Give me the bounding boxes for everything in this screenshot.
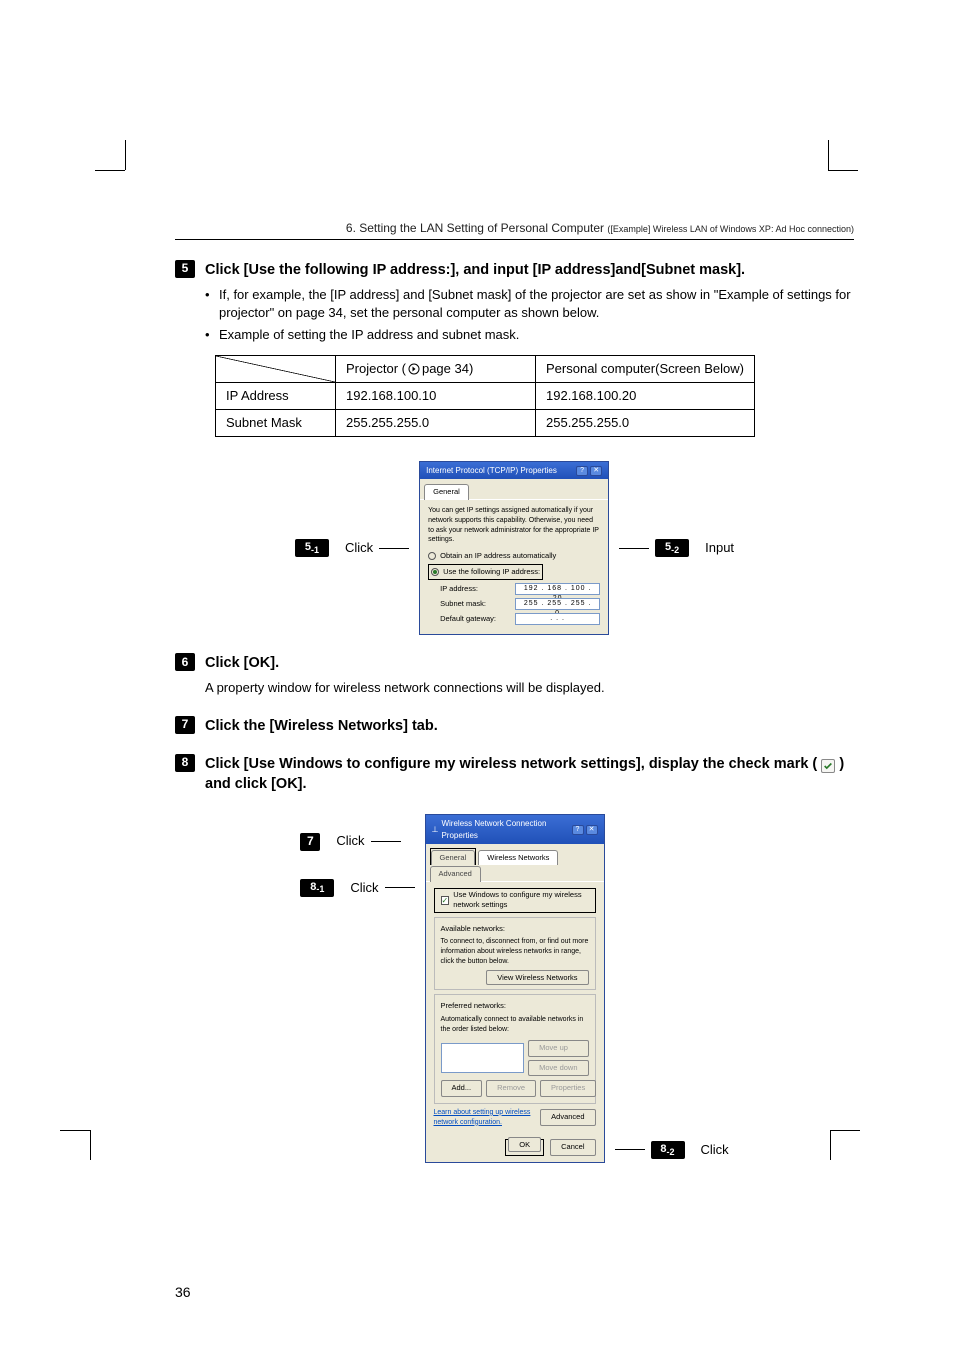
input-mask[interactable]: 255 . 255 . 255 . 0	[515, 598, 600, 610]
add-button[interactable]: Add...	[441, 1080, 483, 1097]
table-col-projector: Projector ( page 34)	[336, 355, 536, 382]
step-8-badge: 8	[175, 754, 195, 772]
callout-5-1: 5-1 Click	[295, 539, 409, 557]
table-row-mask-label: Subnet Mask	[216, 410, 336, 437]
checkbox-use-windows[interactable]: ✓Use Windows to configure my wireless ne…	[437, 889, 593, 912]
field-ip: IP address:192 . 168 . 100 . 20	[440, 583, 600, 595]
step-8: 8 Click [Use Windows to configure my wir…	[175, 754, 854, 795]
tcpip-dialog: Internet Protocol (TCP/IP) Properties ?✕…	[419, 461, 609, 635]
step-6: 6 Click [OK].	[175, 653, 854, 673]
callout-8-2: 8-2 Click	[615, 1141, 729, 1159]
tab-wireless-networks[interactable]: Wireless Networks	[478, 850, 558, 866]
close-icon[interactable]: ✕	[590, 466, 602, 476]
wireless-icon: ⊥	[432, 824, 439, 835]
input-ip[interactable]: 192 . 168 . 100 . 20	[515, 583, 600, 595]
ip-settings-table: Projector ( page 34) Personal computer(S…	[215, 355, 755, 438]
wireless-dialog: ⊥Wireless Network Connection Properties …	[425, 814, 605, 1162]
figure-tcpip: 5-1 Click Internet Protocol (TCP/IP) Pro…	[175, 461, 854, 635]
table-row-mask-proj: 255.255.255.0	[336, 410, 536, 437]
remove-button[interactable]: Remove	[486, 1080, 536, 1097]
step-7-title: Click the [Wireless Networks] tab.	[205, 716, 438, 736]
tab-general[interactable]: General	[431, 850, 476, 866]
page-ref-icon	[408, 363, 420, 375]
preferred-list[interactable]	[441, 1043, 525, 1073]
help-icon[interactable]: ?	[576, 466, 588, 476]
table-row-mask-pc: 255.255.255.0	[536, 410, 755, 437]
step-5-bullet-2: Example of setting the IP address and su…	[219, 326, 519, 344]
properties-button[interactable]: Properties	[540, 1080, 596, 1097]
ok-button[interactable]: OK	[508, 1137, 541, 1152]
table-corner	[216, 355, 336, 382]
checkmark-icon	[821, 759, 835, 773]
step-6-body: A property window for wireless network c…	[205, 679, 854, 697]
step-5: 5 Click [Use the following IP address:],…	[175, 260, 854, 280]
view-wireless-button[interactable]: View Wireless Networks	[486, 970, 588, 985]
chapter-sub: ([Example] Wireless LAN of Windows XP: A…	[607, 224, 854, 234]
tab-general[interactable]: General	[424, 484, 469, 500]
table-row-ip-proj: 192.168.100.10	[336, 382, 536, 409]
step-7: 7 Click the [Wireless Networks] tab.	[175, 716, 854, 736]
cancel-button[interactable]: Cancel	[550, 1139, 595, 1156]
table-row-ip-label: IP Address	[216, 382, 336, 409]
advanced-button[interactable]: Advanced	[540, 1109, 595, 1126]
help-icon[interactable]: ?	[572, 825, 584, 835]
group-available: Available networks: To connect to, disco…	[434, 917, 596, 990]
figure-wireless: 7 Click 8-1 Click ⊥Wireless Network Conn…	[175, 814, 854, 1162]
step-6-badge: 6	[175, 653, 195, 671]
wireless-titlebar: ⊥Wireless Network Connection Properties …	[426, 815, 604, 843]
move-down-button[interactable]: Move down	[528, 1060, 588, 1077]
table-col-pc: Personal computer(Screen Below)	[536, 355, 755, 382]
callout-5-2: 5-2 Input	[619, 539, 734, 557]
move-up-button[interactable]: Move up	[528, 1040, 588, 1057]
step-8-title: Click [Use Windows to configure my wirel…	[205, 754, 854, 795]
callout-8-1: 8-1 Click	[300, 879, 414, 897]
step-5-badge: 5	[175, 260, 195, 278]
step-5-bullet-1: If, for example, the [IP address] and [S…	[219, 286, 854, 322]
field-mask: Subnet mask:255 . 255 . 255 . 0	[440, 598, 600, 610]
close-icon[interactable]: ✕	[586, 825, 598, 835]
input-gateway[interactable]: . . .	[515, 613, 600, 625]
radio-static-ip[interactable]: Use the following IP address:	[431, 567, 540, 578]
step-7-badge: 7	[175, 716, 195, 734]
step-6-title: Click [OK].	[205, 653, 279, 673]
chapter-title: 6. Setting the LAN Setting of Personal C…	[346, 221, 604, 235]
step-5-body: •If, for example, the [IP address] and […	[205, 286, 854, 345]
tcpip-desc: You can get IP settings assigned automat…	[428, 506, 600, 545]
table-row-ip-pc: 192.168.100.20	[536, 382, 755, 409]
step-5-title: Click [Use the following IP address:], a…	[205, 260, 745, 280]
learn-link[interactable]: Learn about setting up wireless network …	[434, 1108, 541, 1128]
page-number: 36	[175, 1283, 854, 1303]
field-gateway: Default gateway: . . .	[440, 613, 600, 625]
callout-7: 7 Click	[300, 832, 414, 850]
tab-advanced[interactable]: Advanced	[430, 866, 481, 882]
tcpip-titlebar: Internet Protocol (TCP/IP) Properties ?✕	[420, 462, 608, 479]
radio-auto-ip[interactable]: Obtain an IP address automatically	[428, 551, 600, 562]
group-preferred: Preferred networks: Automatically connec…	[434, 994, 596, 1104]
page-header: 6. Setting the LAN Setting of Personal C…	[175, 220, 854, 240]
